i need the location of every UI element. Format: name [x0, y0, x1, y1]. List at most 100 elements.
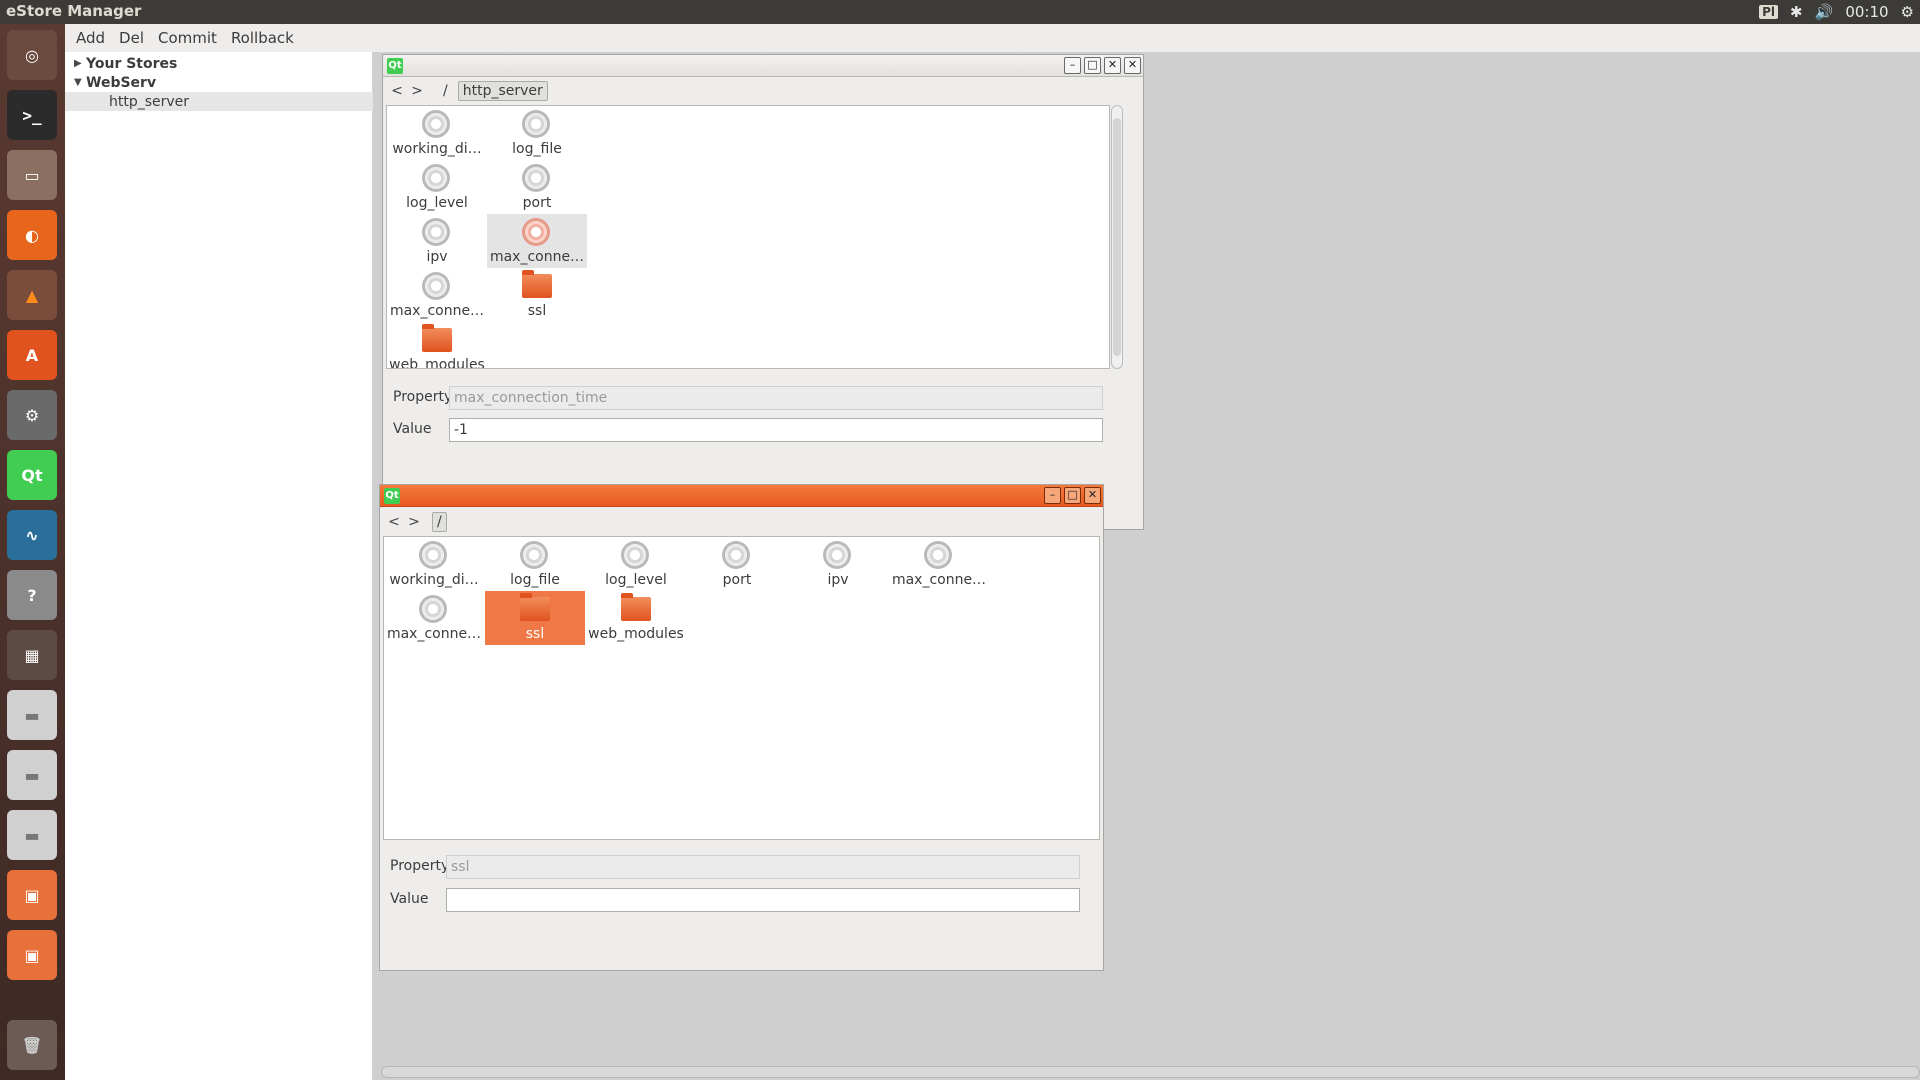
breadcrumb-http-server[interactable]: http_server: [457, 81, 548, 101]
property-field[interactable]: [449, 386, 1103, 410]
path-separator[interactable]: /: [439, 82, 452, 100]
system-settings-icon[interactable]: ⚙: [7, 390, 57, 440]
subwindow-root[interactable]: Qt – □ ✕ < > / working_di… log_file log_…: [379, 484, 1104, 971]
firefox-icon[interactable]: ◐: [7, 210, 57, 260]
value-row: Value: [383, 418, 1113, 442]
folder-lock-icon[interactable]: ▣: [7, 870, 57, 920]
tree-item-your-stores[interactable]: ▶ Your Stores: [65, 54, 373, 73]
folder-lock-icon[interactable]: ▣: [7, 930, 57, 980]
navigation-bar: < > / http_server: [387, 78, 548, 104]
property-label: Property: [393, 389, 453, 405]
collapse-arrow-icon[interactable]: ▼: [74, 77, 86, 88]
property-item[interactable]: log_file: [485, 537, 585, 591]
property-item[interactable]: working_di…: [387, 106, 487, 160]
folder-icon: [621, 593, 651, 621]
maximize-button[interactable]: □: [1064, 487, 1081, 504]
property-item[interactable]: log_file: [487, 106, 587, 160]
gear-icon: [823, 541, 851, 569]
vertical-scrollbar[interactable]: [1111, 105, 1123, 369]
forward-button[interactable]: >: [407, 83, 427, 99]
breadcrumb-root[interactable]: /: [432, 512, 447, 532]
subwindow-titlebar[interactable]: Qt – □ ✕: [380, 485, 1103, 507]
workspaces-icon[interactable]: ▦: [7, 630, 57, 680]
property-item[interactable]: log_level: [387, 160, 487, 214]
scrollbar-thumb[interactable]: [1113, 118, 1121, 356]
gear-icon: [422, 218, 450, 246]
menu-del[interactable]: Del: [114, 27, 149, 49]
bluetooth-icon[interactable]: ✱: [1790, 3, 1803, 21]
property-item-selected[interactable]: max_conne…: [487, 214, 587, 268]
folder-item-selected[interactable]: ssl: [485, 591, 585, 645]
minimize-button[interactable]: –: [1044, 487, 1061, 504]
menu-commit[interactable]: Commit: [153, 27, 222, 49]
value-label: Value: [393, 421, 432, 437]
value-field[interactable]: [449, 418, 1103, 442]
maximize-button[interactable]: □: [1084, 57, 1101, 74]
property-item[interactable]: ipv: [788, 537, 888, 591]
subwindow-http-server[interactable]: Qt – □ ✕ ✕ < > / http_server working_di……: [382, 54, 1144, 530]
property-item[interactable]: max_conne…: [387, 268, 487, 322]
navigation-bar: < > /: [384, 509, 447, 535]
property-icon-view[interactable]: working_di… log_file log_level port ipv …: [383, 536, 1100, 840]
back-button[interactable]: <: [387, 83, 407, 99]
property-item[interactable]: working_di…: [384, 537, 484, 591]
property-item[interactable]: ipv: [387, 214, 487, 268]
help-icon[interactable]: ?: [7, 570, 57, 620]
qt-logo-icon: Qt: [387, 58, 403, 74]
gear-icon: [520, 541, 548, 569]
property-item[interactable]: port: [487, 160, 587, 214]
expand-arrow-icon[interactable]: ▶: [74, 58, 86, 69]
launcher: ◎ >_ ▭ ◐ ▲ A ⚙ Qt ∿ ? ▦ ▬ ▬ ▬ ▣ ▣ 🗑: [0, 24, 65, 1080]
property-item[interactable]: max_conne…: [889, 537, 989, 591]
system-tray: Pl ✱ 🔊 00:10 ⚙: [1759, 2, 1914, 22]
clock[interactable]: 00:10: [1845, 3, 1888, 21]
terminal-icon[interactable]: >_: [7, 90, 57, 140]
tree-item-label: Your Stores: [86, 55, 178, 72]
drive-icon[interactable]: ▬: [7, 690, 57, 740]
folder-item[interactable]: ssl: [487, 268, 587, 322]
gear-icon: [422, 164, 450, 192]
qt-creator-icon[interactable]: Qt: [7, 450, 57, 500]
close-button[interactable]: ✕: [1124, 57, 1141, 74]
close-button[interactable]: ✕: [1104, 57, 1121, 74]
drive-icon[interactable]: ▬: [7, 750, 57, 800]
drive-icon[interactable]: ▬: [7, 810, 57, 860]
value-field[interactable]: [446, 888, 1080, 912]
gear-icon: [422, 272, 450, 300]
close-button[interactable]: ✕: [1084, 487, 1101, 504]
gear-icon: [422, 110, 450, 138]
gear-icon[interactable]: ⚙: [1901, 3, 1914, 21]
gear-icon: [522, 218, 550, 246]
subwindow-titlebar[interactable]: Qt – □ ✕ ✕: [383, 55, 1143, 77]
property-label: Property: [390, 858, 450, 874]
trash-icon[interactable]: 🗑: [7, 1020, 57, 1070]
dash-home-icon[interactable]: ◎: [7, 30, 57, 80]
back-button[interactable]: <: [384, 514, 404, 530]
property-icon-view[interactable]: working_di… log_file log_level port ipv …: [386, 105, 1110, 369]
software-center-icon[interactable]: A: [7, 330, 57, 380]
mdi-horizontal-scrollbar[interactable]: [381, 1066, 1920, 1078]
menu-rollback[interactable]: Rollback: [226, 27, 299, 49]
minimize-button[interactable]: –: [1064, 57, 1081, 74]
property-item[interactable]: log_level: [586, 537, 686, 591]
system-monitor-icon[interactable]: ∿: [7, 510, 57, 560]
vlc-icon[interactable]: ▲: [7, 270, 57, 320]
tree-item-label: http_server: [109, 93, 190, 110]
keyboard-layout-indicator[interactable]: Pl: [1759, 5, 1779, 19]
value-label: Value: [390, 891, 429, 907]
volume-icon[interactable]: 🔊: [1815, 3, 1834, 21]
folder-item[interactable]: web_modules: [586, 591, 686, 645]
gear-icon: [722, 541, 750, 569]
property-item[interactable]: max_conne…: [384, 591, 484, 645]
gear-icon: [419, 541, 447, 569]
folder-item[interactable]: web_modules: [387, 322, 487, 368]
forward-button[interactable]: >: [404, 514, 424, 530]
property-item[interactable]: port: [687, 537, 787, 591]
gear-icon: [419, 595, 447, 623]
menu-add[interactable]: Add: [71, 27, 110, 49]
file-manager-icon[interactable]: ▭: [7, 150, 57, 200]
tree-item-webserv[interactable]: ▼ WebServ: [65, 73, 373, 92]
property-field[interactable]: [446, 855, 1080, 879]
tree-item-http-server[interactable]: http_server: [65, 92, 373, 111]
gear-icon: [522, 164, 550, 192]
